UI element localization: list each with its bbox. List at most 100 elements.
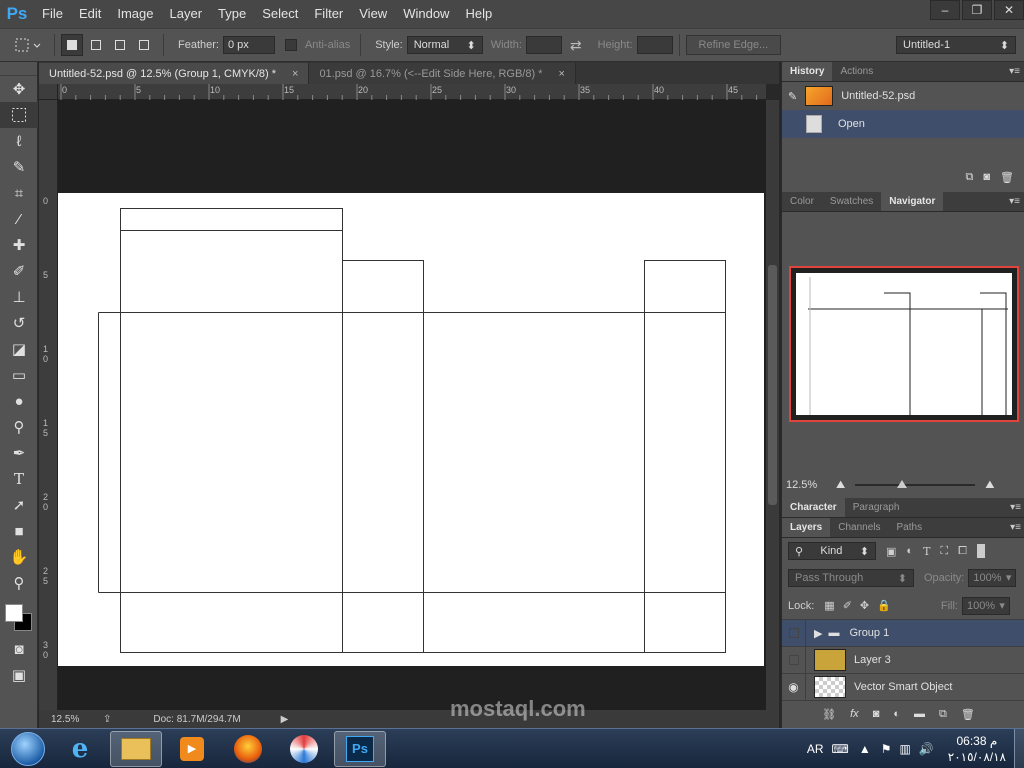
tray-arrow-icon[interactable]: ▲ [859,742,871,756]
menu-help[interactable]: Help [457,0,500,28]
layer-row-layer-3[interactable]: Layer 3 [782,646,1024,674]
zoom-in-icon[interactable]: ⛰ [985,479,994,492]
quick-mask-button[interactable]: ◙ [0,636,38,662]
navigator-view-box[interactable] [789,266,1019,422]
layer-row-vector-smart-object[interactable]: ◉ Vector Smart Object [782,673,1024,701]
clone-stamp-tool[interactable]: ⊥ [0,284,38,310]
history-state-open[interactable]: Open [782,110,1024,138]
pen-tool[interactable]: ✒ [0,440,38,466]
new-layer-icon[interactable]: ⧉ [939,708,947,721]
history-snapshot[interactable]: ✎ Untitled-52.psd [782,82,1024,110]
rectangular-marquee-tool[interactable] [0,102,38,128]
lock-transparency-icon[interactable]: ▦ [824,599,834,612]
tab-color[interactable]: Color [782,192,822,211]
new-group-icon[interactable]: ▬ [914,708,925,720]
trash-icon[interactable]: 🗑 [961,708,975,721]
vertical-scrollbar[interactable] [766,100,779,710]
lasso-tool[interactable]: ℓ [0,128,38,154]
layer-filter-select[interactable]: ⚲ Kind ⬍ [788,542,876,560]
artboard[interactable] [58,193,764,666]
navigator-zoom-value[interactable]: 12.5% [786,479,836,491]
menu-edit[interactable]: Edit [71,0,109,28]
opacity-input[interactable]: 100% ▾ [968,569,1017,587]
eraser-tool[interactable]: ◪ [0,336,38,362]
status-menu-arrow-icon[interactable]: ▶ [281,714,289,725]
clock[interactable]: 06:38 م ٢٠١٥/٠٨/١٨ [948,733,1006,765]
type-filter-icon[interactable]: T [923,545,930,558]
close-tab-icon[interactable]: × [558,68,564,80]
fx-icon[interactable]: fx [850,708,859,720]
camera-icon[interactable]: ◙ [983,171,990,183]
menu-layer[interactable]: Layer [162,0,211,28]
tab-navigator[interactable]: Navigator [881,192,944,211]
start-button[interactable] [6,730,50,768]
menu-filter[interactable]: Filter [306,0,351,28]
foreground-color-swatch[interactable] [5,604,23,622]
lock-all-icon[interactable]: 🔒 [877,599,891,612]
menu-type[interactable]: Type [210,0,254,28]
taskbar-firefox[interactable] [222,731,274,767]
menu-file[interactable]: File [34,0,71,28]
menu-view[interactable]: View [351,0,395,28]
shape-filter-icon[interactable]: ⛶ [940,545,948,558]
shape-tool[interactable]: ■ [0,518,38,544]
menu-image[interactable]: Image [109,0,161,28]
zoom-slider[interactable] [855,480,976,488]
toolbar-grip[interactable] [0,62,37,76]
tab-layers[interactable]: Layers [782,518,831,537]
show-desktop-button[interactable] [1014,729,1024,768]
network-icon[interactable]: ▥ [899,742,910,756]
tab-history[interactable]: History [782,62,833,81]
flag-icon[interactable]: ⚑ [881,742,892,756]
blend-mode-select[interactable]: Pass Through ⬍ [788,569,914,587]
restore-button[interactable]: ❐ [962,0,992,20]
gradient-tool[interactable]: ▭ [0,362,38,388]
share-icon[interactable]: ⇪ [103,714,111,725]
tab-channels[interactable]: Channels [830,518,888,537]
filter-toggle[interactable] [976,544,985,558]
tab-paths[interactable]: Paths [889,518,931,537]
tab-untitled-52[interactable]: Untitled-52.psd @ 12.5% (Group 1, CMYK/8… [39,63,310,84]
tab-swatches[interactable]: Swatches [822,192,881,211]
zoom-out-icon[interactable]: ⛰ [836,479,845,492]
panel-menu-icon[interactable]: ▾≡ [1010,502,1021,513]
add-selection-button[interactable] [85,34,107,56]
panel-menu-icon[interactable]: ▾≡ [1009,66,1020,77]
screen-mode-button[interactable]: ▣ [0,662,38,688]
visibility-toggle[interactable]: ◉ [782,673,806,701]
add-mask-icon[interactable]: ◙ [873,708,880,720]
trash-icon[interactable]: 🗑 [1000,171,1014,184]
minimize-button[interactable]: – [930,0,960,20]
tool-preset-picker[interactable] [8,34,48,56]
swap-dimensions-icon[interactable]: ⇄ [570,37,582,54]
horizontal-ruler[interactable]: 0 5 10 15 20 25 30 35 40 45 [58,84,766,100]
expand-arrow-icon[interactable]: ▶ [814,627,822,640]
quick-selection-tool[interactable]: ✎ [0,154,38,180]
taskbar-media-player[interactable]: ▶ [166,731,218,767]
menu-window[interactable]: Window [395,0,457,28]
layer-row-group-1[interactable]: ▶ ▬ Group 1 [782,619,1024,647]
visibility-toggle[interactable] [782,646,806,674]
width-input[interactable] [525,36,562,54]
crop-tool[interactable]: ⌗ [0,180,38,206]
vertical-ruler[interactable]: 0 5 1 0 1 5 2 0 2 5 3 0 [39,100,58,710]
tab-actions[interactable]: Actions [832,62,881,81]
taskbar-ie[interactable]: e [54,731,106,767]
close-button[interactable]: ✕ [994,0,1024,20]
style-select[interactable]: Normal ⬍ [406,36,483,54]
adjustment-filter-icon[interactable]: ◐ [906,545,913,557]
path-selection-tool[interactable]: ➚ [0,492,38,518]
lock-pixels-icon[interactable]: ✐ [843,599,852,612]
move-tool[interactable]: ✥ [0,76,38,102]
panel-menu-icon[interactable]: ▾≡ [1009,196,1020,207]
healing-brush-tool[interactable]: ✚ [0,232,38,258]
pixel-filter-icon[interactable]: ▣ [886,545,896,558]
hand-tool[interactable]: ✋ [0,544,38,570]
antialias-checkbox[interactable] [284,39,297,51]
ruler-origin[interactable] [39,84,58,100]
zoom-slider-thumb[interactable] [897,480,908,488]
blur-tool[interactable]: ● [0,388,38,414]
height-input[interactable] [636,36,673,54]
tab-character[interactable]: Character [782,498,845,517]
taskbar-explorer[interactable] [110,730,162,767]
